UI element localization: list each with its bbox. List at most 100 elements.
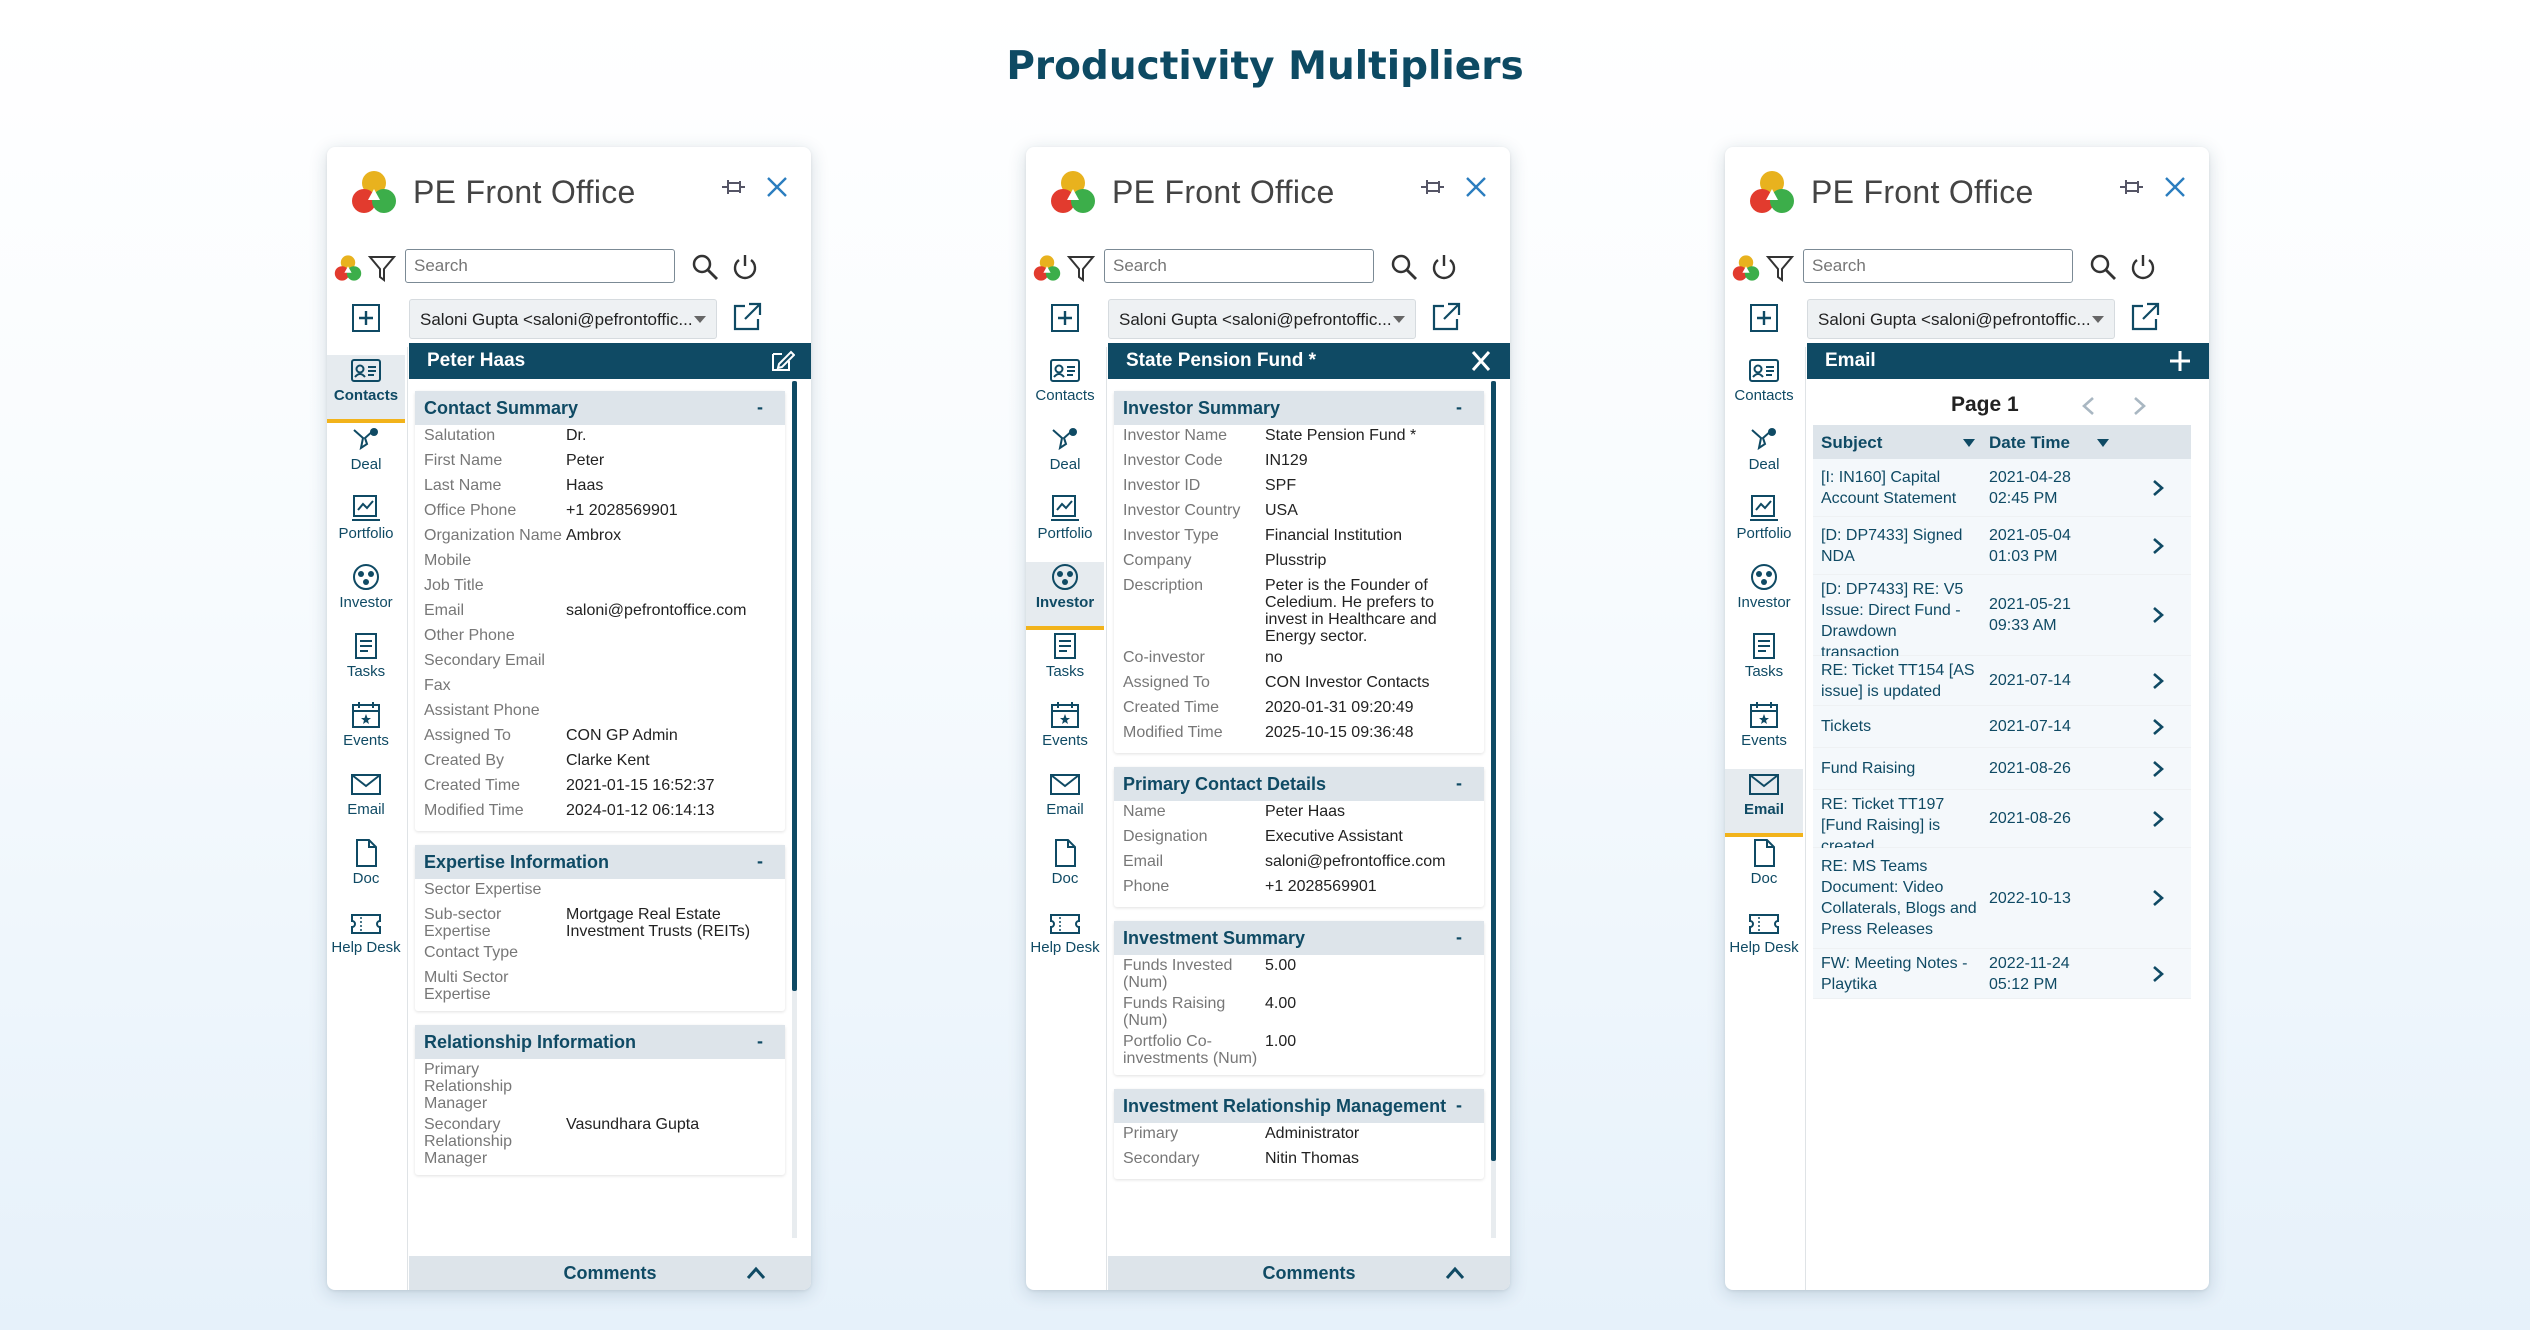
sidebar-item-help-desk[interactable]: Help Desk (1725, 907, 1803, 971)
pin-icon[interactable] (719, 175, 747, 199)
popout-icon[interactable] (731, 301, 763, 333)
chevron-right-icon[interactable] (2151, 759, 2165, 779)
sidebar-item-events[interactable]: Events (327, 700, 405, 764)
home-logo-icon[interactable] (1032, 253, 1062, 283)
table-row[interactable]: FW: Meeting Notes - Playtika 2022-11-24 0… (1813, 949, 2191, 999)
sidebar-item-doc[interactable]: Doc (1725, 838, 1803, 902)
chevron-right-icon[interactable] (2151, 671, 2165, 691)
search-input[interactable] (1104, 249, 1374, 283)
sidebar-item-deal[interactable]: Deal (1725, 424, 1803, 488)
home-logo-icon[interactable] (333, 253, 363, 283)
search-icon[interactable] (691, 253, 719, 281)
sidebar-item-portfolio[interactable]: Portfolio (1725, 493, 1803, 557)
home-logo-icon[interactable] (1731, 253, 1761, 283)
email-subject[interactable]: FW: Meeting Notes - Playtika (1821, 953, 1979, 995)
user-select[interactable]: Saloni Gupta <saloni@pefrontoffic... (1807, 299, 2115, 339)
search-input[interactable] (1803, 249, 2073, 283)
sidebar-item-events[interactable]: Events (1026, 700, 1104, 764)
table-row[interactable]: [D: DP7433] Signed NDA 2021-05-04 01:03 P… (1813, 517, 2191, 575)
collapse-toggle[interactable]: - (1456, 771, 1462, 795)
sidebar-item-email[interactable]: Email (1026, 769, 1104, 833)
add-icon[interactable] (351, 303, 381, 333)
close-icon[interactable] (2163, 175, 2187, 199)
collapse-toggle[interactable]: - (757, 849, 763, 873)
add-icon[interactable] (1749, 303, 1779, 333)
sidebar-item-help-desk[interactable]: Help Desk (1026, 907, 1104, 971)
chevron-right-icon[interactable] (2151, 717, 2165, 737)
close-icon[interactable] (765, 175, 789, 199)
search-icon[interactable] (1390, 253, 1418, 281)
section-header[interactable]: Investment Summary - (1114, 921, 1484, 955)
pin-icon[interactable] (2117, 175, 2145, 199)
email-subject[interactable]: RE: Ticket TT154 [AS issue] is updated (1821, 660, 1979, 702)
sidebar-item-portfolio[interactable]: Portfolio (1026, 493, 1104, 557)
chevron-right-icon[interactable] (2151, 809, 2165, 829)
email-subject[interactable]: Tickets (1821, 716, 1979, 737)
sidebar-item-events[interactable]: Events (1725, 700, 1803, 764)
table-row[interactable]: [D: DP7433] RE: V5 Issue: Direct Fund - … (1813, 575, 2191, 661)
table-row[interactable]: Fund Raising 2021-08-26 (1813, 748, 2191, 790)
sidebar-item-email[interactable]: Email (1725, 769, 1803, 837)
table-row[interactable]: [I: IN160] Capital Account Statement 2021… (1813, 459, 2191, 517)
email-subject[interactable]: [D: DP7433] Signed NDA (1821, 525, 1979, 567)
close-record-icon[interactable] (1468, 349, 1494, 373)
collapse-toggle[interactable]: - (1456, 925, 1462, 949)
plus-icon[interactable] (2167, 349, 2193, 373)
column-header-date[interactable]: Date Time (1989, 433, 2070, 453)
sidebar-item-investor[interactable]: Investor (327, 562, 405, 626)
email-subject[interactable]: [I: IN160] Capital Account Statement (1821, 467, 1979, 509)
power-icon[interactable] (1430, 253, 1458, 281)
chevron-right-icon[interactable] (2151, 478, 2165, 498)
edit-icon[interactable] (769, 349, 796, 373)
section-header[interactable]: Investment Relationship Management - (1114, 1089, 1484, 1123)
section-header[interactable]: Primary Contact Details - (1114, 767, 1484, 801)
email-subject[interactable]: [D: DP7433] RE: V5 Issue: Direct Fund - … (1821, 579, 1979, 663)
filter-icon[interactable] (1066, 253, 1096, 283)
chevron-right-icon[interactable] (2151, 964, 2165, 984)
collapse-toggle[interactable]: - (1456, 1093, 1462, 1117)
popout-icon[interactable] (2129, 301, 2161, 333)
collapse-toggle[interactable]: - (757, 1029, 763, 1053)
filter-icon[interactable] (367, 253, 397, 283)
sort-down-icon[interactable] (2097, 439, 2109, 447)
filter-icon[interactable] (1765, 253, 1795, 283)
sort-down-icon[interactable] (1963, 439, 1975, 447)
section-header[interactable]: Contact Summary - (415, 391, 785, 425)
sidebar-item-contacts[interactable]: Contacts (1725, 355, 1803, 419)
sidebar-item-investor[interactable]: Investor (1725, 562, 1803, 626)
sidebar-item-doc[interactable]: Doc (1026, 838, 1104, 902)
column-header-subject[interactable]: Subject (1821, 433, 1882, 453)
table-row[interactable]: RE: Ticket TT154 [AS issue] is updated 20… (1813, 656, 2191, 706)
pin-icon[interactable] (1418, 175, 1446, 199)
sidebar-item-deal[interactable]: Deal (1026, 424, 1104, 488)
search-icon[interactable] (2089, 253, 2117, 281)
chevron-right-icon[interactable] (2151, 605, 2165, 625)
comments-bar[interactable]: Comments (409, 1256, 811, 1290)
collapse-toggle[interactable]: - (1456, 395, 1462, 419)
scrollbar-thumb[interactable] (792, 381, 797, 991)
chevron-right-icon[interactable] (2129, 395, 2149, 417)
sidebar-item-tasks[interactable]: Tasks (327, 631, 405, 695)
sidebar-item-help-desk[interactable]: Help Desk (327, 907, 405, 971)
table-row[interactable]: Tickets 2021-07-14 (1813, 706, 2191, 748)
section-header[interactable]: Expertise Information - (415, 845, 785, 879)
add-icon[interactable] (1050, 303, 1080, 333)
section-header[interactable]: Investor Summary - (1114, 391, 1484, 425)
power-icon[interactable] (731, 253, 759, 281)
user-select[interactable]: Saloni Gupta <saloni@pefrontoffic... (409, 299, 717, 339)
chevron-right-icon[interactable] (2151, 888, 2165, 908)
collapse-toggle[interactable]: - (757, 395, 763, 419)
close-icon[interactable] (1464, 175, 1488, 199)
table-row[interactable]: RE: Ticket TT197 [Fund Raising] is creat… (1813, 790, 2191, 855)
power-icon[interactable] (2129, 253, 2157, 281)
sidebar-item-tasks[interactable]: Tasks (1026, 631, 1104, 695)
sidebar-item-email[interactable]: Email (327, 769, 405, 833)
comments-bar[interactable]: Comments (1108, 1256, 1510, 1290)
chevron-left-icon[interactable] (2079, 395, 2099, 417)
section-header[interactable]: Relationship Information - (415, 1025, 785, 1059)
sidebar-item-portfolio[interactable]: Portfolio (327, 493, 405, 557)
email-subject[interactable]: RE: MS Teams Document: Video Collaterals… (1821, 856, 1979, 940)
sidebar-item-contacts[interactable]: Contacts (1026, 355, 1104, 419)
sidebar-item-contacts[interactable]: Contacts (327, 355, 405, 423)
chevron-right-icon[interactable] (2151, 536, 2165, 556)
